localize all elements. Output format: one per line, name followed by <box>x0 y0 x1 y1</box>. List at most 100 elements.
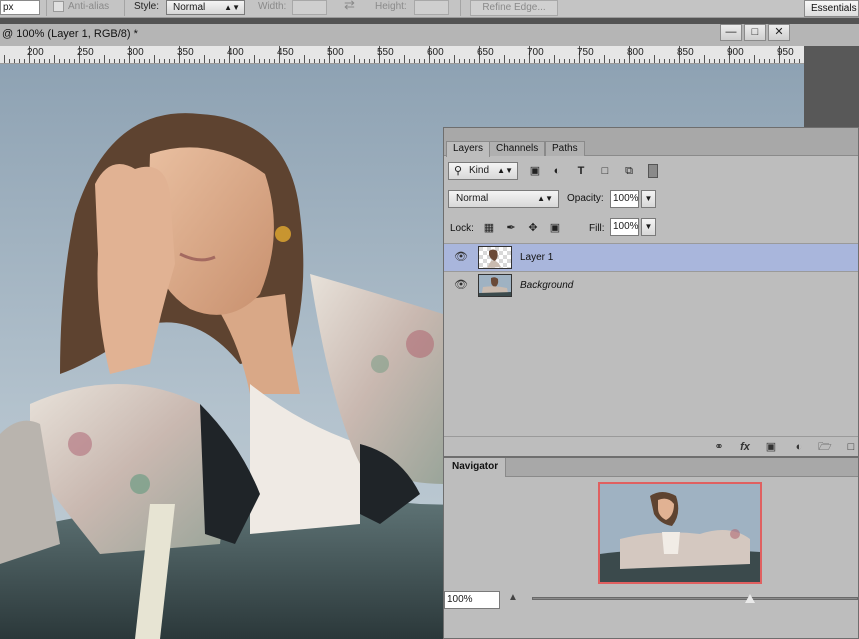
add-mask-icon[interactable]: ▣ <box>764 440 778 454</box>
width-input[interactable] <box>292 0 327 15</box>
opacity-dropdown[interactable]: ▼ <box>641 190 656 208</box>
horizontal-ruler[interactable]: 200 250 300 350 400 450 500 550 600 650 700 750 800 8… <box>0 46 804 64</box>
eye-icon[interactable]: 👁 <box>454 279 468 291</box>
ruler-minor-tick <box>114 59 115 63</box>
fill-dropdown[interactable]: ▼ <box>641 218 656 236</box>
shape-filter-icon[interactable]: □ <box>598 164 612 178</box>
new-layer-icon[interactable]: □ <box>844 440 858 454</box>
new-group-icon[interactable]: 🗁 <box>818 440 832 454</box>
ruler-minor-tick <box>484 59 485 63</box>
ruler-minor-tick <box>509 59 510 63</box>
ruler-minor-tick <box>134 59 135 63</box>
ruler-minor-tick <box>439 59 440 63</box>
ruler-minor-tick <box>124 59 125 63</box>
kind-filter-select[interactable]: ⚲ Kind ▲▼ <box>448 162 518 180</box>
navigator-preview[interactable] <box>598 482 762 584</box>
lock-position-icon[interactable]: ✥ <box>526 221 540 235</box>
ruler-minor-tick <box>539 59 540 63</box>
ruler-minor-tick <box>69 59 70 63</box>
layer-row-background[interactable]: 👁 Background <box>444 271 858 299</box>
ruler-minor-tick <box>414 59 415 63</box>
ruler-minor-tick <box>4 55 5 63</box>
ruler-minor-tick <box>74 59 75 63</box>
ruler-minor-tick <box>444 59 445 63</box>
image-filter-icon[interactable]: ▣ <box>528 164 542 178</box>
lock-all-icon[interactable]: ▣ <box>548 221 562 235</box>
filter-toggle-switch[interactable] <box>648 164 658 178</box>
ruler-minor-tick <box>589 59 590 63</box>
ruler-minor-tick <box>784 59 785 63</box>
ruler-minor-tick <box>689 59 690 63</box>
lock-pixels-icon[interactable]: ✒ <box>504 221 518 235</box>
anti-alias-checkbox[interactable] <box>53 1 64 12</box>
smart-object-filter-icon[interactable]: ⧉ <box>622 164 636 178</box>
ruler-minor-tick <box>159 59 160 63</box>
ruler-minor-tick <box>9 59 10 63</box>
tab-layers[interactable]: Layers <box>446 141 491 157</box>
type-filter-icon[interactable]: T <box>574 164 588 178</box>
height-input[interactable] <box>414 0 449 15</box>
style-select[interactable]: Normal ▲▼ <box>166 0 245 15</box>
ruler-label: 300 <box>127 47 144 58</box>
ruler-minor-tick <box>24 59 25 63</box>
ruler-minor-tick <box>49 59 50 63</box>
ruler-minor-tick <box>494 59 495 63</box>
ruler-minor-tick <box>364 59 365 63</box>
ruler-minor-tick <box>89 59 90 63</box>
ruler-minor-tick <box>789 59 790 63</box>
ruler-minor-tick <box>139 59 140 63</box>
ruler-minor-tick <box>274 59 275 63</box>
ruler-minor-tick <box>264 59 265 63</box>
refine-edge-button[interactable]: Refine Edge... <box>470 0 558 16</box>
panel-tab-bar: Layers Channels Paths <box>444 128 858 157</box>
feather-input[interactable]: px <box>0 0 40 15</box>
zoom-slider-track[interactable] <box>532 597 858 600</box>
ruler-minor-tick <box>454 55 455 63</box>
minimize-button[interactable]: — <box>720 24 742 41</box>
ruler-minor-tick <box>644 59 645 63</box>
close-button[interactable]: ✕ <box>768 24 790 41</box>
ruler-minor-tick <box>204 55 205 63</box>
lock-transparent-icon[interactable]: ▦ <box>482 221 496 235</box>
tab-navigator[interactable]: Navigator <box>444 458 506 477</box>
ruler-minor-tick <box>549 59 550 63</box>
opacity-input[interactable]: 100% <box>610 190 639 208</box>
ruler-minor-tick <box>389 59 390 63</box>
ruler-minor-tick <box>374 59 375 63</box>
essentials-workspace-button[interactable]: Essentials <box>804 0 859 17</box>
ruler-minor-tick <box>574 59 575 63</box>
ruler-minor-tick <box>284 59 285 63</box>
ruler-minor-tick <box>564 59 565 63</box>
adjustment-layer-icon[interactable]: ◐ <box>792 440 806 454</box>
layer-row-layer-1[interactable]: 👁 Layer 1 <box>444 243 858 271</box>
fx-icon[interactable]: fx <box>738 440 752 454</box>
zoom-slider-thumb[interactable] <box>745 594 756 603</box>
ruler-minor-tick <box>474 59 475 63</box>
ruler-minor-tick <box>219 59 220 63</box>
ruler-minor-tick <box>684 59 685 63</box>
blend-mode-select[interactable]: Normal ▲▼ <box>448 190 559 208</box>
document-title[interactable]: @ 100% (Layer 1, RGB/8) * <box>2 28 138 40</box>
updown-arrow-icon: ▲▼ <box>224 3 240 12</box>
zoom-input[interactable]: 100% <box>444 591 500 609</box>
ruler-minor-tick <box>209 59 210 63</box>
ruler-minor-tick <box>359 59 360 63</box>
ruler-minor-tick <box>699 59 700 63</box>
ruler-minor-tick <box>39 59 40 63</box>
fill-input[interactable]: 100% <box>610 218 639 236</box>
ruler-minor-tick <box>44 59 45 63</box>
tab-channels[interactable]: Channels <box>489 141 546 156</box>
swap-icon[interactable]: ⇄ <box>344 0 355 11</box>
eye-icon[interactable]: 👁 <box>454 251 468 263</box>
ruler-minor-tick <box>544 59 545 63</box>
zoom-out-mountain-icon[interactable]: ▲ <box>508 592 518 603</box>
lock-label: Lock: <box>450 223 474 234</box>
adjustment-filter-icon[interactable]: ◐ <box>550 164 564 178</box>
tab-paths[interactable]: Paths <box>545 141 585 156</box>
ruler-minor-tick <box>214 59 215 63</box>
restore-button[interactable]: □ <box>744 24 766 41</box>
ruler-minor-tick <box>524 59 525 63</box>
link-layers-icon[interactable]: ⚭ <box>712 440 726 454</box>
ruler-minor-tick <box>649 59 650 63</box>
blend-mode-value: Normal <box>456 193 489 204</box>
